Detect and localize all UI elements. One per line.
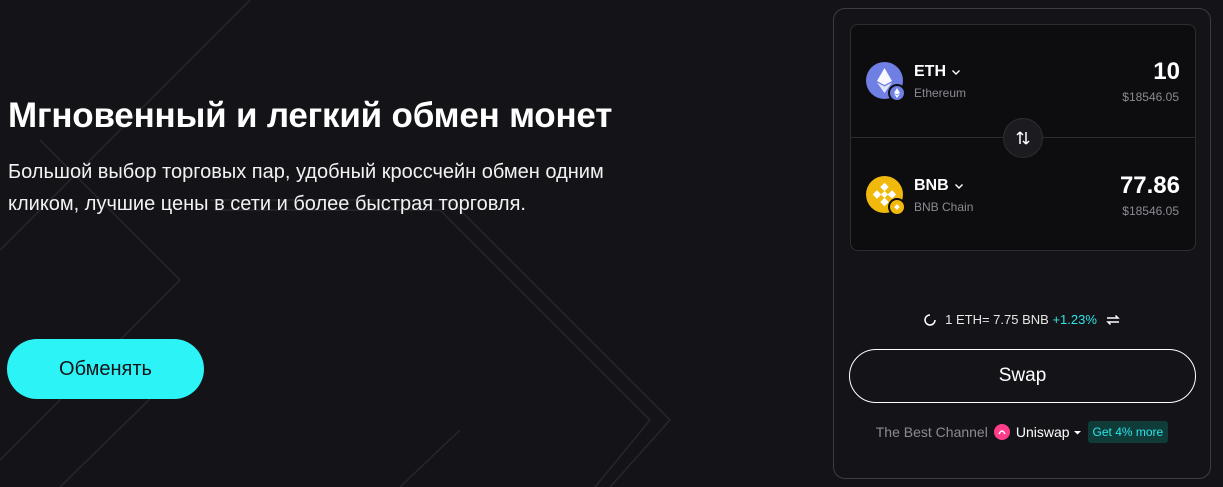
to-token-row: BNB BNB Chain 77.86 $18546.05 (851, 139, 1195, 239)
best-channel-label: The Best Channel (875, 424, 988, 440)
hero-subtitle: Большой выбор торговых пар, удобный крос… (8, 161, 604, 215)
to-amount-value: 77.86 (1119, 172, 1180, 199)
swap-button[interactable]: Swap (849, 349, 1196, 403)
swap-panel: ETH Ethereum 10 $18546.05 BNB BNB Chain … (833, 8, 1211, 479)
from-token-chain: Ethereum (914, 86, 967, 100)
chevron-down-icon (954, 184, 963, 189)
uniswap-icon (993, 424, 1010, 440)
from-token-row: ETH Ethereum 10 $18546.05 (851, 25, 1195, 125)
swap-form: ETH Ethereum 10 $18546.05 BNB BNB Chain … (850, 24, 1196, 251)
caret-down-icon (1073, 430, 1081, 434)
hero-title: Мгновенный и легкий обмен монет (8, 96, 613, 135)
promo-badge[interactable]: Get 4% more (1087, 421, 1169, 443)
to-usd-value: $18546.05 (1122, 204, 1179, 218)
invert-rate-icon[interactable] (1105, 313, 1121, 327)
channel-selector[interactable]: Uniswap (1016, 424, 1082, 440)
from-usd-value: $18546.05 (1122, 90, 1179, 104)
from-amount-input[interactable]: 10 (1153, 58, 1180, 86)
bnb-chain-badge-icon (888, 198, 906, 216)
to-token-chain: BNB Chain (914, 200, 974, 214)
chevron-down-icon (952, 70, 960, 75)
exchange-rate-text: 1 ETH= 7.75 BNB (945, 312, 1049, 327)
to-token-symbol: BNB (914, 177, 949, 194)
hero-section: Мгновенный и легкий обмен монет Большой … (8, 88, 628, 220)
best-channel-line: The Best Channel Uniswap Get 4% more (834, 421, 1210, 443)
to-token-selector[interactable]: BNB (914, 177, 964, 195)
from-token-symbol: ETH (914, 63, 946, 80)
channel-name: Uniswap (1015, 424, 1070, 440)
from-token-selector[interactable]: ETH (914, 63, 961, 81)
refresh-icon[interactable] (923, 313, 937, 327)
exchange-rate-line: 1 ETH= 7.75 BNB +1.23% (834, 312, 1210, 327)
ethereum-chain-badge-icon (888, 84, 906, 102)
exchange-button[interactable]: Обменять (7, 339, 204, 399)
rate-change: +1.23% (1052, 312, 1097, 327)
